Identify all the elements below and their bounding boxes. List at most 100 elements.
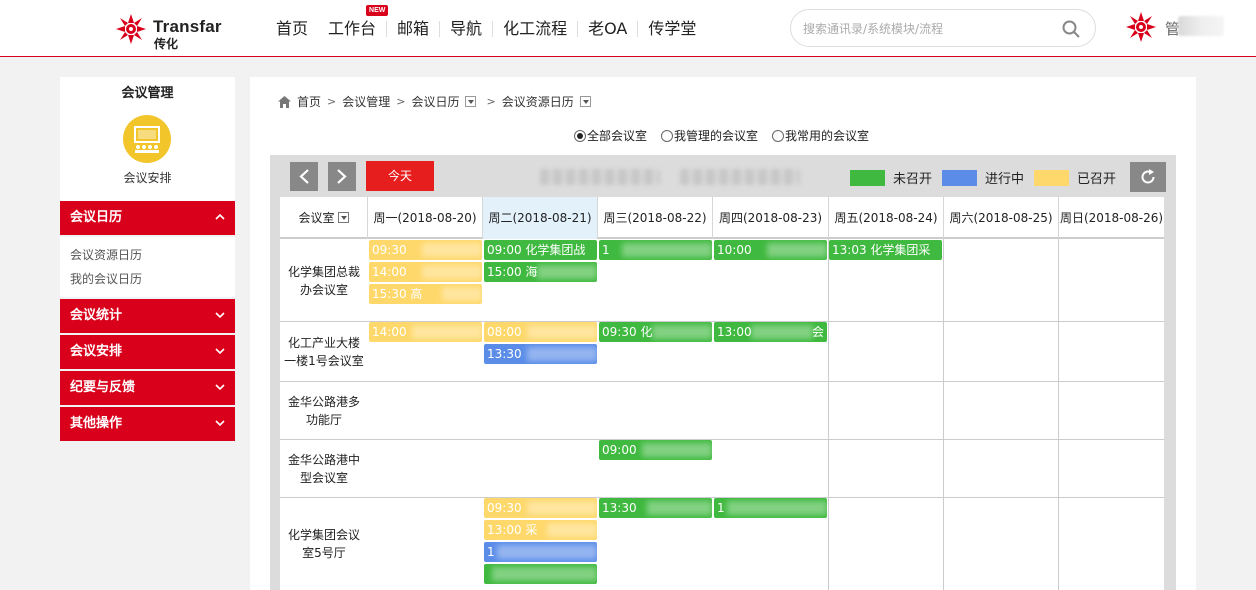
room-column-header[interactable]: 会议室 [280, 197, 368, 239]
sidebar-title: 会议管理 [121, 86, 174, 101]
menu-label: 会议安排 [70, 344, 123, 359]
prev-week-button[interactable] [290, 162, 318, 191]
meeting-event[interactable]: 13:00 采 [484, 520, 597, 540]
room-label[interactable]: 化工产业大楼一楼1号会议室 [280, 322, 368, 381]
breadcrumb-separator: > [396, 95, 406, 108]
nav-chem-process[interactable]: 化工流程 [493, 18, 577, 40]
menu-meeting-stats[interactable]: 会议统计 [60, 299, 235, 333]
nav-navigation[interactable]: 导航 [440, 18, 492, 40]
grid-line [280, 439, 1164, 440]
nav-home[interactable]: 首页 [266, 18, 318, 40]
calendar: 今天 未召开 进行中 已召开 会议室 周一(2018-08-20) 周二(201… [270, 155, 1176, 590]
breadcrumb-dropdown-icon[interactable] [465, 96, 477, 107]
redacted-text [622, 243, 712, 257]
meeting-event[interactable]: 1 [714, 498, 827, 518]
legend-in-progress: 进行中 [942, 168, 1024, 187]
today-button[interactable]: 今天 [366, 161, 434, 191]
meeting-event[interactable]: 14:00 [369, 262, 482, 282]
meeting-event[interactable]: 09:30 化 [599, 322, 712, 342]
meeting-event[interactable]: 09:00 [599, 440, 712, 460]
event-label: 13:30 [602, 501, 637, 515]
legend-label: 进行中 [985, 172, 1025, 187]
meeting-event[interactable]: 09:30 [369, 240, 482, 260]
breadcrumb-meeting-manage[interactable]: 会议管理 [342, 93, 390, 110]
radio-managed-rooms[interactable]: 我管理的会议室 [661, 127, 758, 144]
menu-meeting-calendar[interactable]: 会议日历 [60, 201, 235, 235]
nav-old-oa[interactable]: 老OA [578, 18, 637, 40]
redacted-text [767, 243, 827, 257]
menu-minutes-feedback[interactable]: 纪要与反馈 [60, 371, 235, 405]
refresh-icon [1141, 169, 1155, 184]
day-header: 周一(2018-08-20) [368, 197, 483, 239]
radio-frequent-rooms[interactable]: 我常用的会议室 [772, 127, 869, 144]
next-week-button[interactable] [328, 162, 356, 191]
meeting-event[interactable]: 13:00 会 [714, 322, 827, 342]
meeting-arrange-shortcut[interactable] [123, 115, 171, 163]
breadcrumb-meeting-calendar[interactable]: 会议日历 [411, 93, 459, 110]
event-label: 08:00 [487, 325, 522, 339]
meeting-event[interactable]: 13:03 化学集团采 [829, 240, 942, 260]
meeting-event[interactable]: 13:30 [484, 344, 597, 364]
meeting-event[interactable]: 15:30 高 [369, 284, 482, 304]
refresh-button[interactable] [1130, 162, 1166, 192]
submenu-my-calendar[interactable]: 我的会议日历 [60, 267, 235, 291]
redacted-text [527, 325, 597, 339]
nav-mail[interactable]: 邮箱 [387, 18, 439, 40]
global-search [790, 9, 1096, 47]
event-label: 13:30 [487, 347, 522, 361]
meeting-event[interactable]: 1 [599, 240, 712, 260]
redacted-text [647, 501, 712, 515]
event-label: 13:00 [717, 325, 752, 339]
menu-label: 会议统计 [70, 308, 123, 323]
meeting-arrange-label: 会议安排 [123, 171, 172, 185]
calendar-header-row: 会议室 周一(2018-08-20) 周二(2018-08-21) 周三(201… [280, 197, 1164, 239]
meeting-event[interactable]: 14:00 [369, 322, 482, 342]
menu-other-ops[interactable]: 其他操作 [60, 407, 235, 441]
room-filter: 全部会议室 我管理的会议室 我常用的会议室 [574, 127, 883, 144]
breadcrumb-resource-calendar[interactable]: 会议资源日历 [502, 93, 574, 110]
event-label: 1 [717, 501, 725, 515]
event-label: 14:00 [372, 325, 407, 339]
chevron-right-icon [337, 169, 347, 184]
meeting-event[interactable]: 1 [484, 542, 597, 562]
chevron-down-icon [215, 348, 225, 355]
brand-name-en: Transfar [153, 17, 222, 36]
nav-learning[interactable]: 传学堂 [638, 18, 706, 40]
breadcrumb-home[interactable]: 首页 [297, 93, 321, 110]
meeting-event[interactable]: 13:30 [599, 498, 712, 518]
redacted-text [497, 545, 597, 559]
sidebar-header: 会议管理 会议安排 [60, 77, 235, 201]
transfar-logo-icon [116, 14, 146, 44]
submenu-resource-calendar[interactable]: 会议资源日历 [60, 243, 235, 267]
grid-line [1058, 239, 1059, 590]
room-label[interactable]: 金华公路港多功能厅 [280, 382, 368, 439]
meeting-event[interactable]: 08:00 [484, 322, 597, 342]
breadcrumb-dropdown-icon[interactable] [579, 96, 591, 107]
meeting-event[interactable]: 09:00 化学集团战 [484, 240, 597, 260]
redacted-text [751, 325, 813, 339]
event-label: 09:00 化学集团战 [487, 243, 586, 257]
search-icon[interactable] [1061, 19, 1081, 39]
nav-workbench-label: 工作台 [328, 19, 377, 38]
radio-all-rooms[interactable]: 全部会议室 [574, 127, 647, 144]
meeting-event[interactable]: 10:00 [714, 240, 827, 260]
user-avatar-icon[interactable] [1126, 12, 1156, 42]
meeting-event[interactable] [484, 564, 597, 584]
meeting-event[interactable]: 09:30 [484, 498, 597, 518]
search-input[interactable] [803, 20, 1053, 38]
breadcrumb-separator: > [327, 95, 337, 108]
room-label[interactable]: 化学集团会议室5号厅 [280, 498, 368, 590]
room-label[interactable]: 化学集团总裁办会议室 [280, 241, 368, 321]
nav-workbench[interactable]: 工作台 NEW [318, 5, 389, 40]
grid-line [943, 239, 944, 590]
room-dropdown-icon[interactable] [337, 212, 349, 223]
meeting-event[interactable]: 15:00 海 [484, 262, 597, 282]
event-label: 09:30 化 [602, 325, 653, 339]
radio-label: 我常用的会议室 [785, 129, 870, 143]
room-label[interactable]: 金华公路港中型会议室 [280, 440, 368, 497]
redacted-text [527, 347, 597, 361]
new-badge: NEW [366, 5, 389, 16]
menu-label: 纪要与反馈 [70, 380, 136, 395]
menu-meeting-arrange[interactable]: 会议安排 [60, 335, 235, 369]
transfar-logo[interactable]: Transfar 传化 [116, 14, 226, 51]
